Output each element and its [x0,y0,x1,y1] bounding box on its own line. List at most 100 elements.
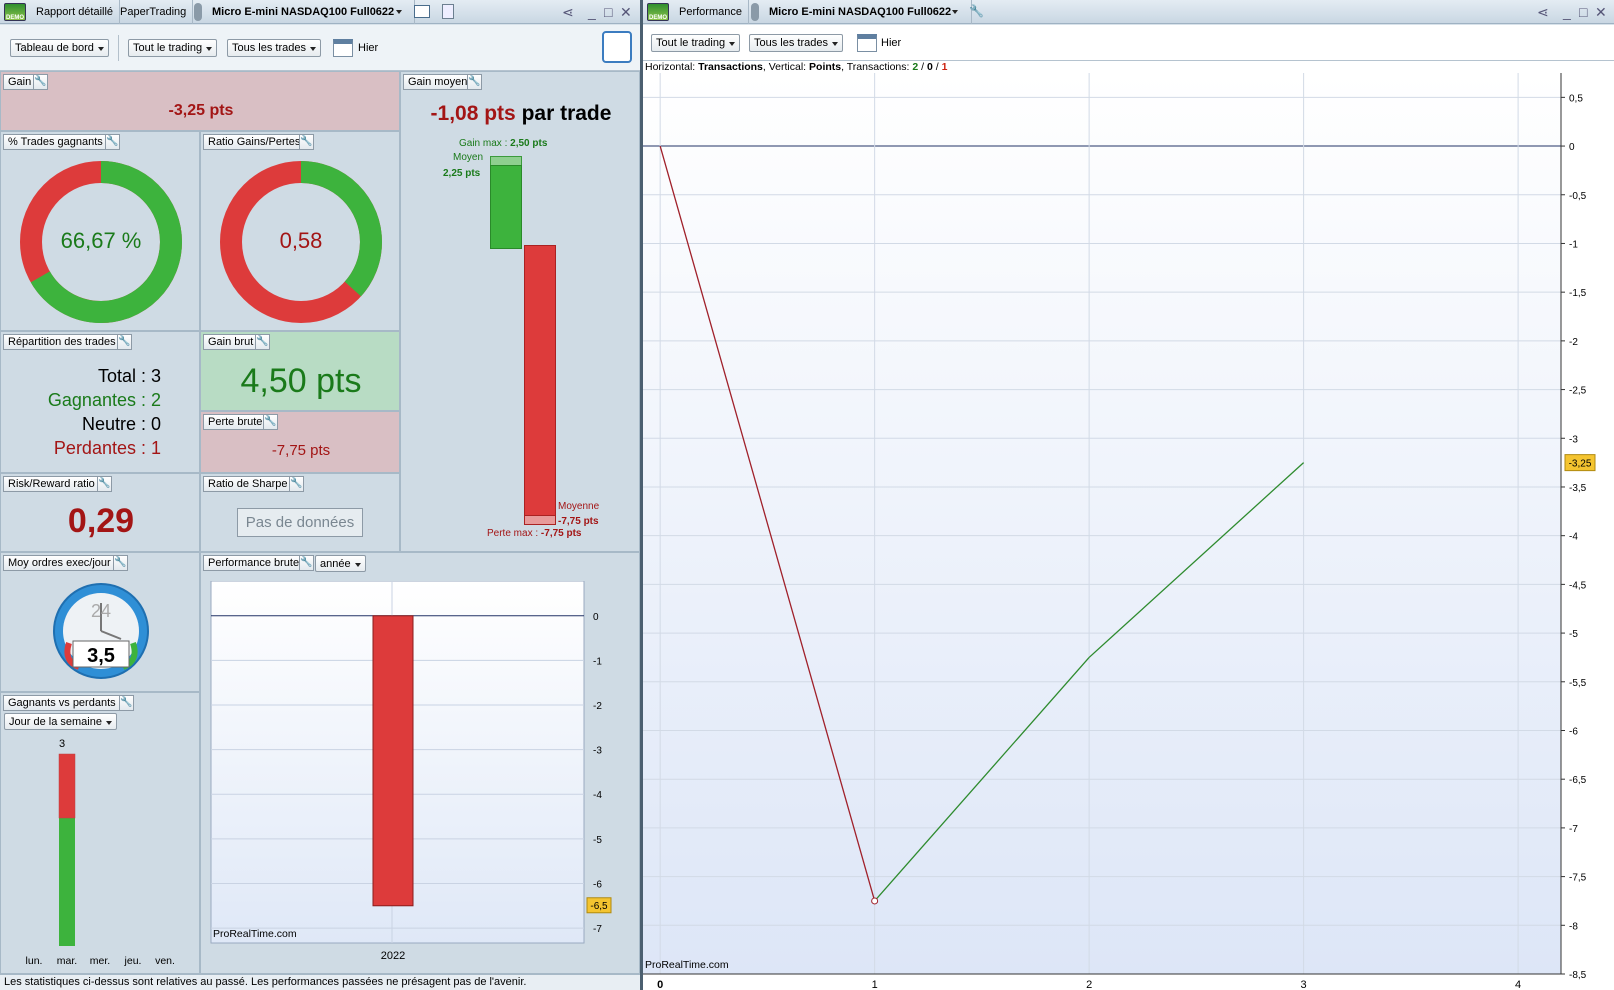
gain-moyen-panel: Gain moyen 🔧 -1,08 pts par trade Gain ma… [400,71,640,552]
y-tick-label: -7 [593,924,602,935]
wrench-icon[interactable]: 🔧 [299,555,314,571]
wrench-icon[interactable]: 🔧 [299,134,314,150]
y-tick-label: -7 [1569,824,1578,835]
share-icon[interactable]: ⋖ [1537,2,1549,22]
trades-dropdown[interactable]: Tous les trades [227,39,321,57]
y-tick-label: -2 [1569,337,1578,348]
y-tick-label: -4 [1569,532,1578,543]
last-value-label: -6,5 [590,901,608,912]
y-tick-label: -7,5 [1569,873,1587,884]
perte-brute-value: -7,75 pts [271,442,331,459]
gain-brut-label[interactable]: Gain brut [203,334,259,350]
wrench-icon[interactable]: 🔧 [969,4,984,18]
wrench-icon[interactable]: 🔧 [117,334,132,350]
calendar-icon[interactable] [333,39,353,57]
wrench-icon[interactable]: 🔧 [33,74,48,90]
wrench-icon[interactable]: 🔧 [255,334,270,350]
moy-ordres-label[interactable]: Moy ordres exec/jour [3,555,116,571]
instrument-selector[interactable]: Micro E-mini NASDAQ100 Full0622 [206,0,416,24]
tab-rapport-detaille[interactable]: Rapport détaillé [30,0,121,24]
demo-badge-icon: DEMO [4,3,26,21]
y-tick-label: -5 [1569,629,1578,640]
perf-brute-label[interactable]: Performance brute [203,555,305,571]
y-tick-label: -2,5 [1569,386,1587,397]
moy-ordres-panel: Moy ordres exec/jour 🔧 24 3,5 [0,552,200,692]
copy-icon[interactable] [442,4,454,19]
trades-dropdown[interactable]: Tous les trades [749,34,843,52]
close-icon[interactable]: ✕ [1595,2,1607,22]
last-value-label: -3,25 [1569,459,1592,470]
weekday-label: mer. [90,955,110,967]
y-tick-label: 0,5 [1569,93,1583,104]
chart-watermark: ProRealTime.com [213,928,297,940]
gain-moyen-label[interactable]: Gain moyen [403,74,473,90]
status-bar: Les statistiques ci-dessus sont relative… [0,974,640,990]
perf-brute-period-dropdown[interactable]: année [315,555,366,572]
y-tick-label: -5 [593,835,602,846]
risk-reward-value: 0,29 [67,502,135,540]
report-settings-icon[interactable] [602,31,632,63]
repartition-label[interactable]: Répartition des trades [3,334,121,350]
wrench-icon[interactable]: 🔧 [119,695,134,711]
group-by-dropdown[interactable]: Jour de la semaine [4,713,117,730]
y-tick-label: -3 [1569,434,1578,445]
period-label[interactable]: Hier [881,37,901,49]
gain-moyen-value: -1,08 pts [430,102,516,125]
wrench-icon[interactable]: 🔧 [263,414,278,430]
share-icon[interactable]: ⋖ [562,2,574,22]
minimize-icon[interactable]: _ [588,2,596,22]
performance-line-chart: 0,5 0 -0,5 -1 -1,5 -2 -2,5 -3 -3,5 -4 -4,5 -5 -5,5 -6… [643,73,1596,990]
gagnants-vs-perdants-label[interactable]: Gagnants vs perdants [3,695,121,711]
tab-papertrading[interactable]: PaperTrading [114,0,194,24]
perte-brute-label[interactable]: Perte brute [203,414,268,430]
repartition-neutre: Neutre : 0 [81,414,161,434]
chevron-down-icon[interactable] [396,10,402,14]
scope-dropdown[interactable]: Tout le trading [651,34,741,52]
dashboard-dropdown[interactable]: Tableau de bord [10,39,109,57]
wrench-icon[interactable]: 🔧 [467,74,482,90]
x-tick-label: 0 [657,979,663,990]
period-label[interactable]: Hier [358,42,378,54]
perte-max-label: Perte max : [487,528,539,539]
weekday-label: ven. [155,955,175,967]
sharpe-label[interactable]: Ratio de Sharpe [203,476,293,492]
gain-label[interactable]: Gain [3,74,37,90]
gain-max-label: Gain max : [459,138,508,149]
pct-trades-gagnants-label[interactable]: % Trades gagnants [3,134,108,150]
link-dots-icon[interactable] [751,3,759,21]
y-tick-label: -1,5 [1569,288,1587,299]
maximize-icon[interactable]: □ [1579,2,1587,22]
pct-trades-gagnants-value: 66,67 % [60,228,142,253]
chevron-down-icon[interactable] [952,10,958,14]
plot-area [643,73,1561,974]
y-tick-label: -1 [593,656,602,667]
left-title-bar: DEMO Rapport détaillé PaperTrading Micro… [0,0,640,24]
x-tick-label: 2022 [381,950,405,962]
scope-dropdown[interactable]: Tout le trading [128,39,218,57]
risk-reward-label[interactable]: Risk/Reward ratio [3,476,100,492]
tab-performance[interactable]: Performance [673,0,749,24]
gagnants-vs-perdants-panel: Gagnants vs perdants 🔧 Jour de la semain… [0,692,200,974]
wrench-icon[interactable]: 🔧 [113,555,128,571]
wrench-icon[interactable]: 🔧 [97,476,112,492]
y-tick-label: -4 [593,790,602,801]
chart-icon[interactable] [414,5,430,18]
wrench-icon[interactable]: 🔧 [105,134,120,150]
y-tick-label: -1 [1569,239,1578,250]
y-tick-label: -6 [593,879,602,890]
minimize-icon[interactable]: _ [1563,2,1571,22]
ratio-gains-pertes-label[interactable]: Ratio Gains/Pertes [203,134,306,150]
calendar-icon[interactable] [857,34,877,52]
x-tick-label: 4 [1515,979,1521,990]
wrench-icon[interactable]: 🔧 [289,476,304,492]
moyenne-loss-bar [524,245,556,525]
link-dots-icon[interactable] [194,3,202,21]
y-tick-label: -3,5 [1569,483,1587,494]
instrument-selector[interactable]: Micro E-mini NASDAQ100 Full0622 [763,0,973,24]
weekday-label: lun. [26,955,43,967]
close-icon[interactable]: ✕ [620,2,632,22]
moy-ordres-value: 3,5 [87,645,115,667]
right-toolbar: Tout le trading Tous les trades Hier [643,25,1614,61]
y-tick-label: -5,5 [1569,678,1587,689]
maximize-icon[interactable]: □ [604,2,612,22]
